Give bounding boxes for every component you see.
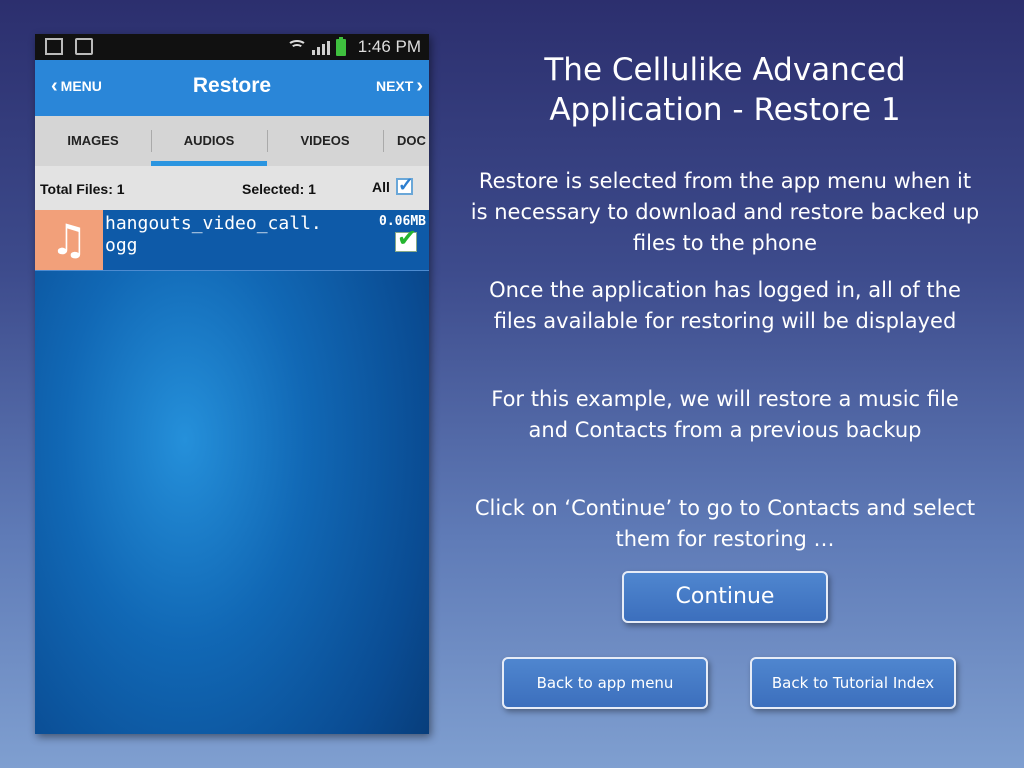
tab-images[interactable]: IMAGES [35,116,151,166]
file-checkbox[interactable]: ✔ [395,224,417,252]
image-notification-icon [45,38,63,55]
status-time: 1:46 PM [357,37,421,56]
status-indicators: 1:46 PM [286,36,421,58]
instruction-paragraph: For this example, we will restore a musi… [491,387,959,442]
instruction-paragraph: Once the application has logged in, all … [489,278,961,333]
category-tabs: IMAGES AUDIOS VIDEOS DOC [35,116,429,166]
music-note-icon: ♫ [35,210,103,270]
next-label: NEXT [375,78,414,94]
list-item[interactable]: ♫ hangouts_video_call. ogg 0.06MB ✔ [35,210,429,271]
instruction-paragraph: Restore is selected from the app menu wh… [470,169,980,255]
back-to-tutorial-index-button[interactable]: Back to Tutorial Index [750,657,956,709]
tab-audios[interactable]: AUDIOS [151,116,267,166]
tab-divider [383,130,384,152]
file-name: hangouts_video_call. ogg [105,213,322,256]
back-to-app-menu-button[interactable]: Back to app menu [502,657,708,709]
file-summary-bar: Total Files: 1 Selected: 1 All [35,166,429,210]
tab-videos[interactable]: VIDEOS [267,116,383,166]
continue-button[interactable]: Continue [622,571,828,623]
checkmark-icon: ✔ [397,224,418,252]
instruction-paragraph: Click on ‘Continue’ to go to Contacts an… [474,496,976,551]
file-notification-icon [75,38,93,55]
wifi-icon [286,40,307,54]
select-all-checkbox[interactable] [395,174,414,197]
next-button[interactable]: NEXT › [375,75,423,97]
phone-screenshot: 1:46 PM ‹ MENU Restore NEXT › IMAGES AUD… [35,34,429,734]
status-bar: 1:46 PM [35,34,429,60]
tab-documents[interactable]: DOC [397,116,429,166]
slide-title: The Cellulike Advanced Application - Res… [544,52,906,128]
battery-icon [335,36,346,56]
app-bar-title: Restore [192,74,272,97]
chevron-right-icon: › [416,75,423,97]
select-all-label: All [372,178,390,195]
total-files-label: Total Files: 1 [40,181,125,197]
select-all-toggle[interactable]: All [372,174,414,197]
selected-count-label: Selected: 1 [242,181,316,197]
signal-icon [311,39,330,55]
app-bar: ‹ MENU Restore NEXT › [35,60,429,116]
